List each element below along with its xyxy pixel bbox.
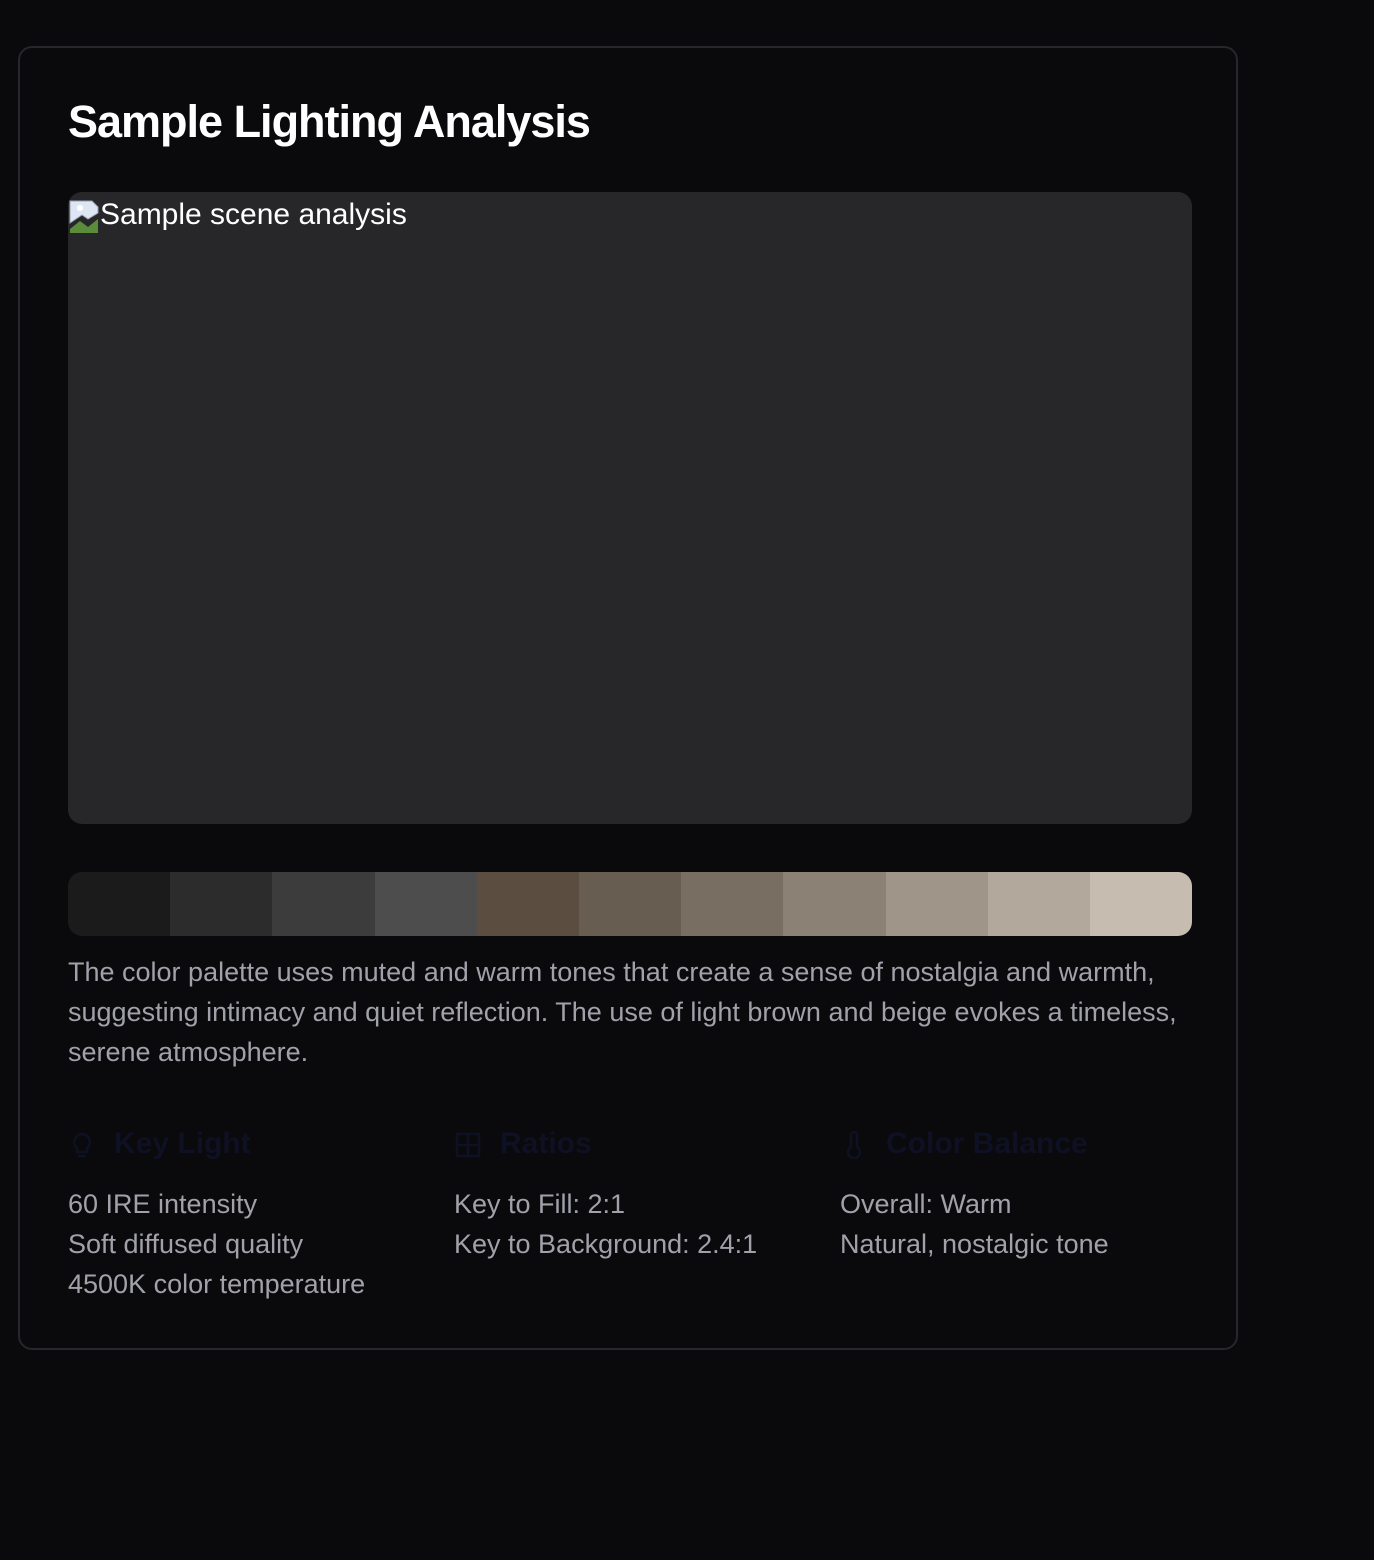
color-palette <box>68 872 1192 936</box>
metric-color-balance: Color Balance Overall: Warm Natural, nos… <box>840 1124 1226 1304</box>
palette-swatch <box>68 872 171 936</box>
thermometer-icon <box>840 1130 868 1160</box>
metric-line: 4500K color temperature <box>68 1269 366 1299</box>
palette-swatch <box>170 872 273 936</box>
image-alt-text: Sample scene analysis <box>100 198 407 231</box>
metric-ratios: Ratios Key to Fill: 2:1 Key to Backgroun… <box>454 1124 840 1304</box>
metric-line: Soft diffused quality <box>68 1229 304 1259</box>
palette-swatch <box>272 872 375 936</box>
metric-heading-color-balance: Color Balance <box>886 1127 1088 1160</box>
palette-swatch <box>885 872 988 936</box>
metric-heading-ratios: Ratios <box>500 1127 592 1160</box>
palette-swatch <box>578 872 682 936</box>
metric-line: Natural, nostalgic tone <box>840 1229 1109 1259</box>
lighting-analysis-card: Sample Lighting Analysis Sample scene an… <box>18 46 1238 1350</box>
grid-icon <box>454 1130 482 1158</box>
metric-key-light: Key Light 60 IRE intensity Soft diffused… <box>68 1124 454 1304</box>
lighting-metrics: Key Light 60 IRE intensity Soft diffused… <box>68 1124 1228 1304</box>
metric-line: 60 IRE intensity <box>68 1189 258 1219</box>
page-title: Sample Lighting Analysis <box>68 96 591 147</box>
metric-line: Overall: Warm <box>840 1189 1012 1219</box>
palette-swatch <box>987 872 1090 936</box>
metric-heading-key-light: Key Light <box>114 1127 251 1160</box>
palette-swatch <box>681 872 784 936</box>
broken-image: Sample scene analysis <box>68 192 407 240</box>
metric-line: Key to Fill: 2:1 <box>454 1189 626 1219</box>
metric-line: Key to Background: 2.4:1 <box>454 1229 758 1259</box>
palette-swatch <box>476 872 579 936</box>
palette-swatch <box>1089 872 1192 936</box>
broken-image-icon <box>68 199 100 233</box>
light-bulb-icon <box>68 1130 96 1158</box>
palette-description: The color palette uses muted and warm to… <box>68 957 1177 1067</box>
scene-image: Sample scene analysis <box>68 192 1192 824</box>
palette-swatch <box>374 872 477 936</box>
palette-swatch <box>783 872 886 936</box>
